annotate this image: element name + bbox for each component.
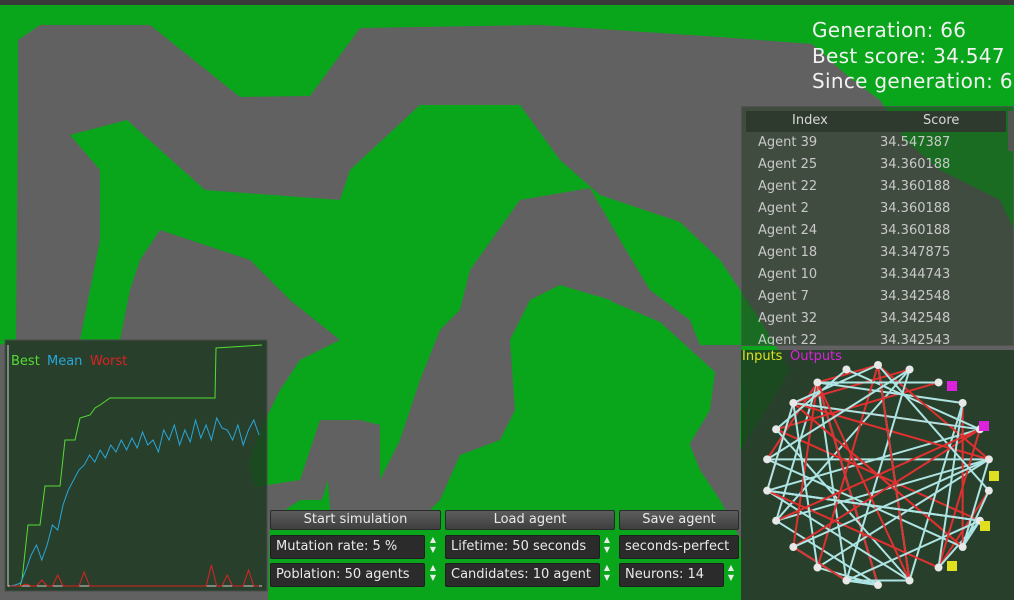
save-agent-button[interactable]: Save agent <box>619 510 739 530</box>
agent-score-cell: 34.342548 <box>880 289 951 304</box>
table-row[interactable]: Agent 18 34.347875 <box>758 245 998 267</box>
lifetime-field[interactable]: Lifetime: 50 seconds <box>445 535 600 559</box>
network-neuron <box>874 361 882 369</box>
legend-inputs: Inputs <box>742 349 783 364</box>
mutation-rate-stepper[interactable]: ▲ ▼ <box>428 535 438 559</box>
lifetime-stepper[interactable]: ▲ ▼ <box>602 535 612 559</box>
agent-index-cell: Agent 7 <box>758 289 809 304</box>
agent-score-cell: 34.342548 <box>880 311 951 326</box>
network-neuron <box>905 576 914 585</box>
network-neuron <box>772 516 781 525</box>
agent-score-cell: 34.360188 <box>880 201 951 216</box>
filename-input[interactable]: seconds-perfect <box>619 535 739 559</box>
table-row[interactable]: Agent 32 34.342548 <box>758 311 998 333</box>
network-neuron <box>842 576 851 585</box>
network-neuron <box>984 455 993 464</box>
network-neuron <box>763 455 772 464</box>
since-generation-label: Since generation: 66 <box>812 69 1014 93</box>
agent-score-cell: 34.344743 <box>880 267 951 282</box>
network-neuron <box>789 543 798 552</box>
population-field[interactable]: Poblation: 50 agents <box>270 563 425 587</box>
table-scrollbar[interactable] <box>1008 111 1013 151</box>
load-agent-button[interactable]: Load agent <box>445 510 615 530</box>
agent-index-cell: Agent 25 <box>758 157 818 172</box>
agent-index-cell: Agent 32 <box>758 311 818 326</box>
agent-score-cell: 34.360188 <box>880 157 951 172</box>
table-row[interactable]: Agent 25 34.360188 <box>758 157 998 179</box>
network-neuron <box>789 398 798 407</box>
table-row[interactable]: Agent 39 34.547387 <box>758 135 998 157</box>
neurons-field[interactable]: Neurons: 14 <box>619 563 724 587</box>
agent-index-cell: Agent 2 <box>758 201 809 216</box>
table-row[interactable]: Agent 7 34.342548 <box>758 289 998 311</box>
network-neuron <box>842 365 851 374</box>
network-neuron <box>813 378 822 387</box>
network-neuron <box>958 543 967 552</box>
best-score-label: Best score: 34.547 <box>812 43 1005 68</box>
agent-index-cell: Agent 22 <box>758 333 818 346</box>
network-neuron <box>763 486 772 495</box>
legend-outputs: Outputs <box>790 349 842 364</box>
column-header-score[interactable]: Score <box>923 113 959 128</box>
network-neuron <box>934 563 943 572</box>
table-row[interactable]: Agent 10 34.344743 <box>758 267 998 289</box>
network-neuron <box>874 581 882 589</box>
agent-index-cell: Agent 39 <box>758 135 818 150</box>
column-header-index[interactable]: Index <box>792 113 828 128</box>
agent-score-cell: 34.347875 <box>880 245 951 260</box>
agent-index-cell: Agent 18 <box>758 245 818 260</box>
output-neuron <box>947 381 957 391</box>
candidates-field[interactable]: Candidates: 10 agent <box>445 563 600 587</box>
generation-label: Generation: 66 <box>812 18 967 42</box>
table-row[interactable]: Agent 2 34.360188 <box>758 201 998 223</box>
network-neuron <box>772 425 781 434</box>
network-neuron <box>813 563 822 572</box>
input-neuron <box>980 521 990 531</box>
table-row[interactable]: Agent 22 34.342543 <box>758 333 998 346</box>
legend-mean: Mean <box>47 354 83 369</box>
input-neuron <box>989 471 999 481</box>
neurons-stepper[interactable]: ▲ ▼ <box>726 563 736 587</box>
agent-score-cell: 34.360188 <box>880 223 951 238</box>
network-neuron <box>905 365 914 374</box>
network-neuron <box>984 486 993 495</box>
start-simulation-button[interactable]: Start simulation <box>270 510 441 530</box>
input-neuron <box>947 561 957 571</box>
agent-index-cell: Agent 10 <box>758 267 818 282</box>
table-row[interactable]: Agent 22 34.360188 <box>758 179 998 201</box>
output-neuron <box>979 421 989 431</box>
population-stepper[interactable]: ▲ ▼ <box>428 563 438 587</box>
network-neuron <box>934 378 943 387</box>
agent-score-cell: 34.360188 <box>880 179 951 194</box>
agent-score-cell: 34.547387 <box>880 135 951 150</box>
network-neuron <box>958 398 967 407</box>
agent-index-cell: Agent 24 <box>758 223 818 238</box>
legend-best: Best <box>11 354 40 369</box>
stats-hud: Generation: 66 Best score: 34.547 Since … <box>812 18 1014 95</box>
agent-score-table[interactable]: Index Score Agent 39 34.547387 Agent 25 34.… <box>741 106 1014 346</box>
agent-index-cell: Agent 22 <box>758 179 818 194</box>
legend-worst: Worst <box>90 354 128 369</box>
table-header: Index Score <box>746 111 1006 132</box>
table-row[interactable]: Agent 24 34.360188 <box>758 223 998 245</box>
candidates-stepper[interactable]: ▲ ▼ <box>602 563 612 587</box>
mutation-rate-field[interactable]: Mutation rate: 5 % <box>270 535 425 559</box>
agent-score-cell: 34.342543 <box>880 333 951 346</box>
